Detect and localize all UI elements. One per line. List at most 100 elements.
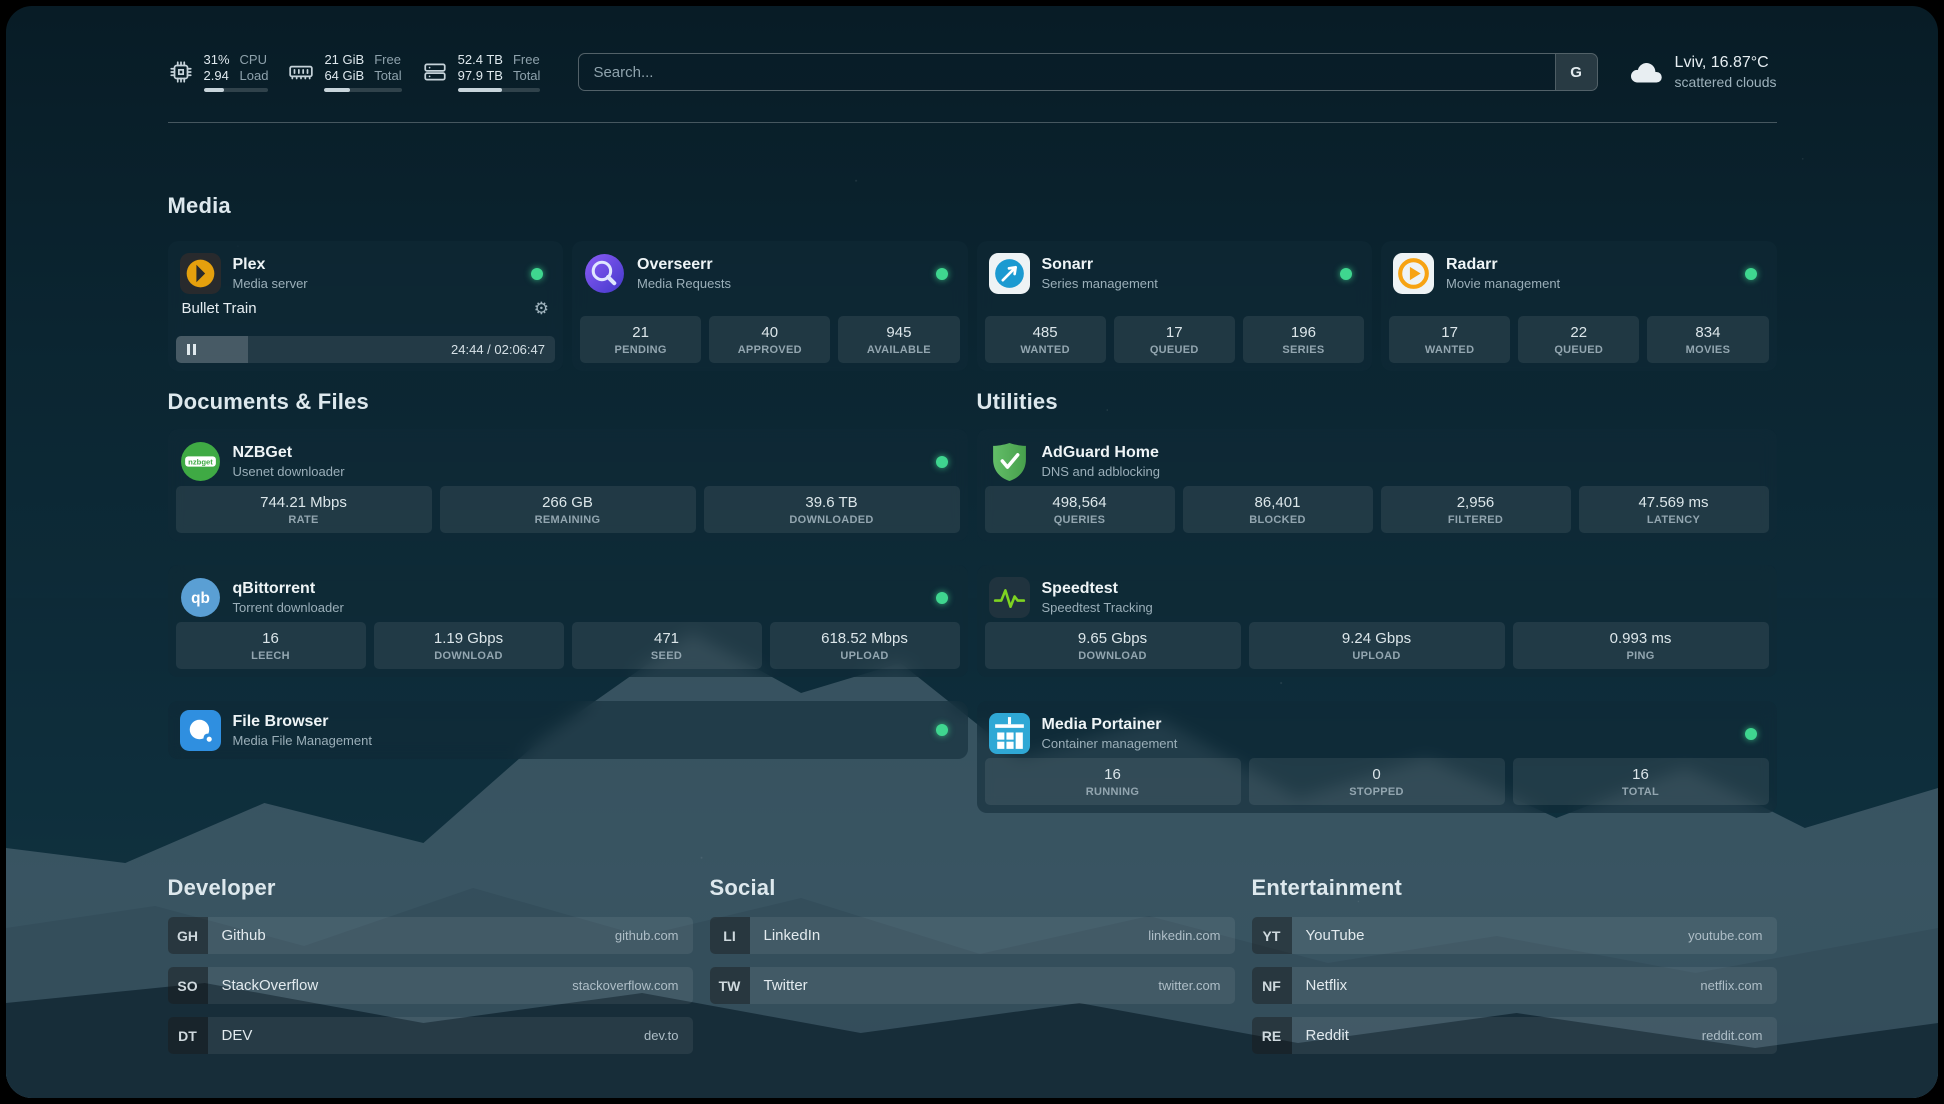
bookmark-name: Reddit (1306, 1027, 1349, 1044)
stat-value: 834 (1649, 324, 1766, 342)
stat-value: 945 (840, 324, 957, 342)
bookmark-twitter[interactable]: TW Twitter twitter.com (710, 967, 1235, 1004)
pause-icon[interactable] (186, 344, 198, 355)
memory-progress-fill (324, 88, 349, 92)
stat-label: WANTED (1391, 344, 1508, 356)
disk-total-label: Total (513, 68, 540, 84)
weather-widget: Lviv, 16.87°C scattered clouds (1628, 53, 1777, 91)
stat-label: LATENCY (1581, 514, 1767, 526)
bookmark-name: DEV (222, 1027, 253, 1044)
memory-free-label: Free (374, 52, 401, 68)
status-dot (936, 724, 948, 736)
stat-label: TOTAL (1515, 786, 1767, 798)
stat-label: PENDING (582, 344, 699, 356)
service-card-nzbget[interactable]: nzbget NZBGet Usenet downloader 744.21 M… (168, 429, 968, 541)
section-utilities: Utilities (977, 389, 1777, 813)
stat-label: STOPPED (1251, 786, 1503, 798)
stat-value: 17 (1116, 324, 1233, 342)
stat-filtered: 2,956 FILTERED (1381, 486, 1571, 533)
overseerr-icon (584, 253, 625, 294)
stat-value: 498,564 (987, 494, 1173, 512)
stat-total: 16 TOTAL (1513, 758, 1769, 805)
service-card-portainer[interactable]: Media Portainer Container management 16 … (977, 701, 1777, 813)
service-description: Media Requests (637, 276, 731, 292)
service-card-speedtest[interactable]: Speedtest Speedtest Tracking 9.65 Gbps D… (977, 565, 1777, 677)
section-media: Media Plex Medi (168, 193, 1777, 371)
disk-progress-bar (458, 88, 541, 92)
stat-download: 9.65 Gbps DOWNLOAD (985, 622, 1241, 669)
bookmark-stackoverflow[interactable]: SO StackOverflow stackoverflow.com (168, 967, 693, 1004)
stat-upload: 618.52 Mbps UPLOAD (770, 622, 960, 669)
stat-rate: 744.21 Mbps RATE (176, 486, 432, 533)
service-card-filebrowser[interactable]: File Browser Media File Management (168, 701, 968, 759)
stat-value: 9.65 Gbps (987, 630, 1239, 648)
stat-label: UPLOAD (772, 650, 958, 662)
stat-value: 0.993 ms (1515, 630, 1767, 648)
now-playing-title: Bullet Train (182, 300, 257, 317)
service-card-radarr[interactable]: Radarr Movie management 17 WANTED 22 QUE… (1381, 241, 1777, 371)
bookmark-group-entertainment: Entertainment YT YouTube youtube.com NF … (1252, 875, 1777, 1054)
stat-label: DOWNLOADED (706, 514, 958, 526)
bookmark-url: twitter.com (1158, 978, 1220, 993)
service-name: File Browser (233, 712, 372, 731)
service-card-overseerr[interactable]: Overseerr Media Requests 21 PENDING 40 A… (572, 241, 968, 371)
stat-approved: 40 APPROVED (709, 316, 830, 363)
service-card-plex[interactable]: Plex Media server Bullet Train ⚙ 24:44 /… (168, 241, 564, 371)
plex-icon (180, 253, 221, 294)
radarr-icon (1393, 253, 1434, 294)
bookmark-netflix[interactable]: NF Netflix netflix.com (1252, 967, 1777, 1004)
stat-value: 266 GB (442, 494, 694, 512)
service-name: Radarr (1446, 255, 1560, 274)
stat-queries: 498,564 QUERIES (985, 486, 1175, 533)
qbittorrent-icon: qb (180, 577, 221, 618)
cpu-progress-fill (204, 88, 224, 92)
disk-widget: 52.4 TB 97.9 TB Free Total (422, 52, 545, 92)
stat-pending: 21 PENDING (580, 316, 701, 363)
stat-value: 16 (987, 766, 1239, 784)
stat-queued: 17 QUEUED (1114, 316, 1235, 363)
stat-stopped: 0 STOPPED (1249, 758, 1505, 805)
cpu-load-value: 2.94 (204, 68, 230, 84)
stat-label: REMAINING (442, 514, 694, 526)
stat-label: MOVIES (1649, 344, 1766, 356)
memory-total-label: Total (374, 68, 401, 84)
media-section-title: Media (168, 193, 1777, 219)
stat-label: QUERIES (987, 514, 1173, 526)
search-bar: G (578, 53, 1597, 91)
search-provider-button[interactable]: G (1555, 54, 1597, 90)
stat-value: 471 (574, 630, 760, 648)
cpu-progress-bar (204, 88, 269, 92)
bookmark-reddit[interactable]: RE Reddit reddit.com (1252, 1017, 1777, 1054)
stat-wanted: 17 WANTED (1389, 316, 1510, 363)
status-dot (936, 268, 948, 280)
service-card-adguard[interactable]: AdGuard Home DNS and adblocking 498,564 … (977, 429, 1777, 541)
disk-free-label: Free (513, 52, 540, 68)
service-card-sonarr[interactable]: Sonarr Series management 485 WANTED 17 Q… (977, 241, 1373, 371)
stat-value: 16 (1515, 766, 1767, 784)
service-description: Torrent downloader (233, 600, 344, 616)
youtube-icon: YT (1252, 917, 1292, 954)
settings-gear-icon[interactable]: ⚙ (534, 300, 549, 317)
bookmark-youtube[interactable]: YT YouTube youtube.com (1252, 917, 1777, 954)
stat-value: 1.19 Gbps (376, 630, 562, 648)
service-name: Plex (233, 255, 308, 274)
service-name: NZBGet (233, 443, 345, 462)
cloud-icon (1628, 57, 1664, 87)
memory-widget: 21 GiB 64 GiB Free Total (288, 52, 405, 92)
status-dot (531, 268, 543, 280)
stat-seed: 471 SEED (572, 622, 762, 669)
netflix-icon: NF (1252, 967, 1292, 1004)
dev-icon: DT (168, 1017, 208, 1054)
bookmark-github[interactable]: GH Github github.com (168, 917, 693, 954)
service-name: Sonarr (1042, 255, 1158, 274)
bookmark-dev[interactable]: DT DEV dev.to (168, 1017, 693, 1054)
stat-label: PING (1515, 650, 1767, 662)
bookmark-linkedin[interactable]: LI LinkedIn linkedin.com (710, 917, 1235, 954)
top-bar: 31% 2.94 CPU Load (168, 46, 1777, 98)
search-input[interactable] (579, 54, 1554, 90)
svg-text:nzbget: nzbget (188, 457, 213, 466)
plex-playback-bar[interactable]: 24:44 / 02:06:47 (176, 336, 556, 363)
service-card-qbittorrent[interactable]: qb qBittorrent Torrent downloader 16 LEE… (168, 565, 968, 677)
developer-section-title: Developer (168, 875, 693, 901)
stat-value: 39.6 TB (706, 494, 958, 512)
